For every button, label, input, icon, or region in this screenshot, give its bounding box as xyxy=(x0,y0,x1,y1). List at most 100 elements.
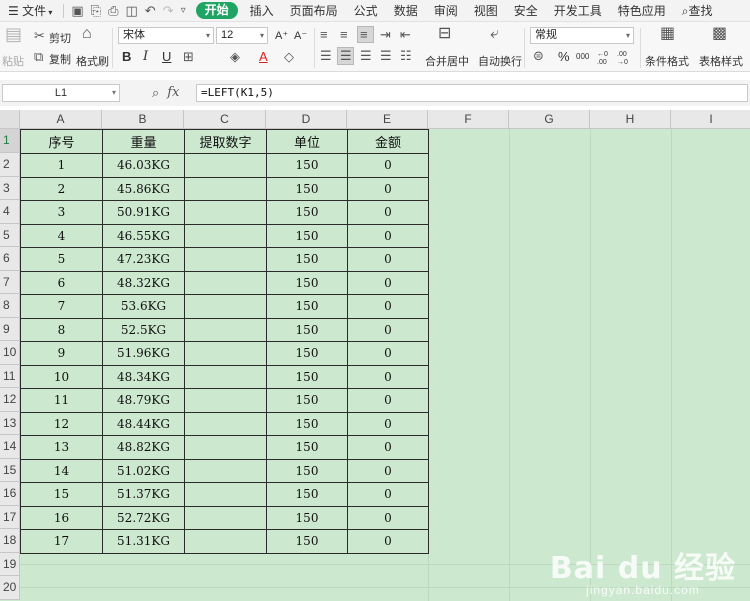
table-cell[interactable]: 150 xyxy=(266,505,348,530)
row-header-19[interactable]: 19 xyxy=(0,552,20,576)
table-cell[interactable] xyxy=(184,388,267,413)
table-cell[interactable] xyxy=(184,411,267,436)
merge-center-button[interactable]: 合并居中 xyxy=(425,53,469,69)
column-header-d[interactable]: D xyxy=(266,110,347,129)
table-cell[interactable]: 150 xyxy=(266,270,348,295)
wrap-text-button[interactable]: 自动换行 xyxy=(478,53,522,69)
copy-button[interactable]: 复制 xyxy=(49,51,71,67)
percent-button[interactable]: % xyxy=(558,49,570,64)
column-header-i[interactable]: I xyxy=(671,110,750,129)
table-style-button[interactable]: 表格样式 xyxy=(699,53,743,69)
indent-icon[interactable]: ⇤ xyxy=(400,28,411,42)
select-all-corner[interactable] xyxy=(0,110,20,129)
table-header-cell[interactable]: 重量 xyxy=(102,129,185,154)
table-cell[interactable]: 150 xyxy=(266,176,348,201)
table-cell[interactable]: 16 xyxy=(20,505,103,530)
tab-security[interactable]: 安全 xyxy=(506,0,546,22)
table-cell[interactable]: 0 xyxy=(347,529,429,554)
align-top-icon[interactable]: ≡ xyxy=(320,28,328,42)
column-header-f[interactable]: F xyxy=(428,110,509,129)
column-header-a[interactable]: A xyxy=(20,110,102,129)
cut-button[interactable]: 剪切 xyxy=(49,30,71,46)
table-cell[interactable]: 8 xyxy=(20,317,103,342)
table-cell[interactable]: 51.02KG xyxy=(102,458,185,483)
row-header-7[interactable]: 7 xyxy=(0,270,20,294)
table-cell[interactable] xyxy=(184,223,267,248)
table-cell[interactable] xyxy=(184,482,267,507)
table-cell[interactable]: 14 xyxy=(20,458,103,483)
zoom-icon[interactable]: ⌕ xyxy=(152,85,159,101)
search-button[interactable]: ⌕查找 xyxy=(674,0,721,22)
table-cell[interactable]: 150 xyxy=(266,364,348,389)
tab-data[interactable]: 数据 xyxy=(386,0,426,22)
table-cell[interactable]: 150 xyxy=(266,247,348,272)
table-cell[interactable]: 9 xyxy=(20,341,103,366)
table-header-cell[interactable]: 提取数字 xyxy=(184,129,267,154)
align-middle-icon[interactable]: ≡ xyxy=(340,28,348,42)
customize-icon[interactable]: ▿ xyxy=(181,5,186,16)
print-icon[interactable]: ⎙ xyxy=(108,3,118,19)
table-cell[interactable]: 0 xyxy=(347,482,429,507)
table-cell[interactable]: 150 xyxy=(266,294,348,319)
table-cell[interactable]: 51.31KG xyxy=(102,529,185,554)
table-cell[interactable]: 13 xyxy=(20,435,103,460)
tab-view[interactable]: 视图 xyxy=(466,0,506,22)
table-cell[interactable]: 0 xyxy=(347,388,429,413)
table-cell[interactable]: 150 xyxy=(266,223,348,248)
table-cell[interactable]: 10 xyxy=(20,364,103,389)
row-header-17[interactable]: 17 xyxy=(0,505,20,529)
row-header-14[interactable]: 14 xyxy=(0,435,20,459)
align-right-icon[interactable]: ☰ xyxy=(360,49,372,63)
table-header-cell[interactable]: 序号 xyxy=(20,129,103,154)
name-box[interactable]: L1 ▾ xyxy=(2,84,120,102)
function-icon[interactable]: fx xyxy=(167,85,179,101)
column-header-g[interactable]: G xyxy=(509,110,590,129)
table-cell[interactable]: 53.6KG xyxy=(102,294,185,319)
table-cell[interactable]: 0 xyxy=(347,270,429,295)
table-cell[interactable]: 48.34KG xyxy=(102,364,185,389)
table-cell[interactable]: 50.91KG xyxy=(102,200,185,225)
table-cell[interactable]: 0 xyxy=(347,223,429,248)
table-cell[interactable]: 0 xyxy=(347,294,429,319)
table-cell[interactable]: 0 xyxy=(347,153,429,178)
table-header-cell[interactable]: 单位 xyxy=(266,129,348,154)
align-left-icon[interactable]: ☰ xyxy=(320,49,332,63)
table-cell[interactable]: 1 xyxy=(20,153,103,178)
table-cell[interactable]: 150 xyxy=(266,411,348,436)
row-header-16[interactable]: 16 xyxy=(0,482,20,506)
tab-formulas[interactable]: 公式 xyxy=(346,0,386,22)
save-icon[interactable]: ▣ xyxy=(71,3,83,19)
table-cell[interactable]: 47.23KG xyxy=(102,247,185,272)
table-cell[interactable]: 11 xyxy=(20,388,103,413)
column-header-c[interactable]: C xyxy=(184,110,266,129)
formula-input[interactable]: =LEFT(K1,5) xyxy=(196,84,748,102)
font-color-button[interactable]: A xyxy=(259,49,268,64)
file-menu[interactable]: ☰ 文件 ▾ xyxy=(0,0,60,22)
row-header-11[interactable]: 11 xyxy=(0,364,20,388)
table-cell[interactable]: 51.37KG xyxy=(102,482,185,507)
paste-button[interactable]: 粘贴 xyxy=(2,53,24,69)
table-cell[interactable] xyxy=(184,247,267,272)
table-cell[interactable]: 52.5KG xyxy=(102,317,185,342)
table-cell[interactable]: 48.44KG xyxy=(102,411,185,436)
table-cell[interactable]: 0 xyxy=(347,505,429,530)
row-header-1[interactable]: 1 xyxy=(0,129,20,153)
underline-button[interactable]: U xyxy=(162,49,171,64)
table-cell[interactable]: 150 xyxy=(266,458,348,483)
table-cell[interactable]: 46.03KG xyxy=(102,153,185,178)
table-cell[interactable]: 52.72KG xyxy=(102,505,185,530)
italic-button[interactable]: I xyxy=(143,49,148,64)
table-cell[interactable]: 5 xyxy=(20,247,103,272)
table-cell[interactable] xyxy=(184,341,267,366)
row-header-2[interactable]: 2 xyxy=(0,153,20,177)
table-cell[interactable] xyxy=(184,200,267,225)
table-cell[interactable]: 0 xyxy=(347,458,429,483)
save-as-icon[interactable]: ⎘ xyxy=(91,3,101,19)
spreadsheet-grid[interactable]: A B C D E F G H I 1 2 3 4 5 6 7 8 9 10 1… xyxy=(0,110,750,601)
comma-button[interactable]: 000 xyxy=(576,52,589,61)
table-cell[interactable]: 15 xyxy=(20,482,103,507)
table-cell[interactable]: 0 xyxy=(347,435,429,460)
table-cell[interactable]: 150 xyxy=(266,341,348,366)
row-header-9[interactable]: 9 xyxy=(0,317,20,341)
font-name-select[interactable]: 宋体 ▾ xyxy=(118,27,214,44)
